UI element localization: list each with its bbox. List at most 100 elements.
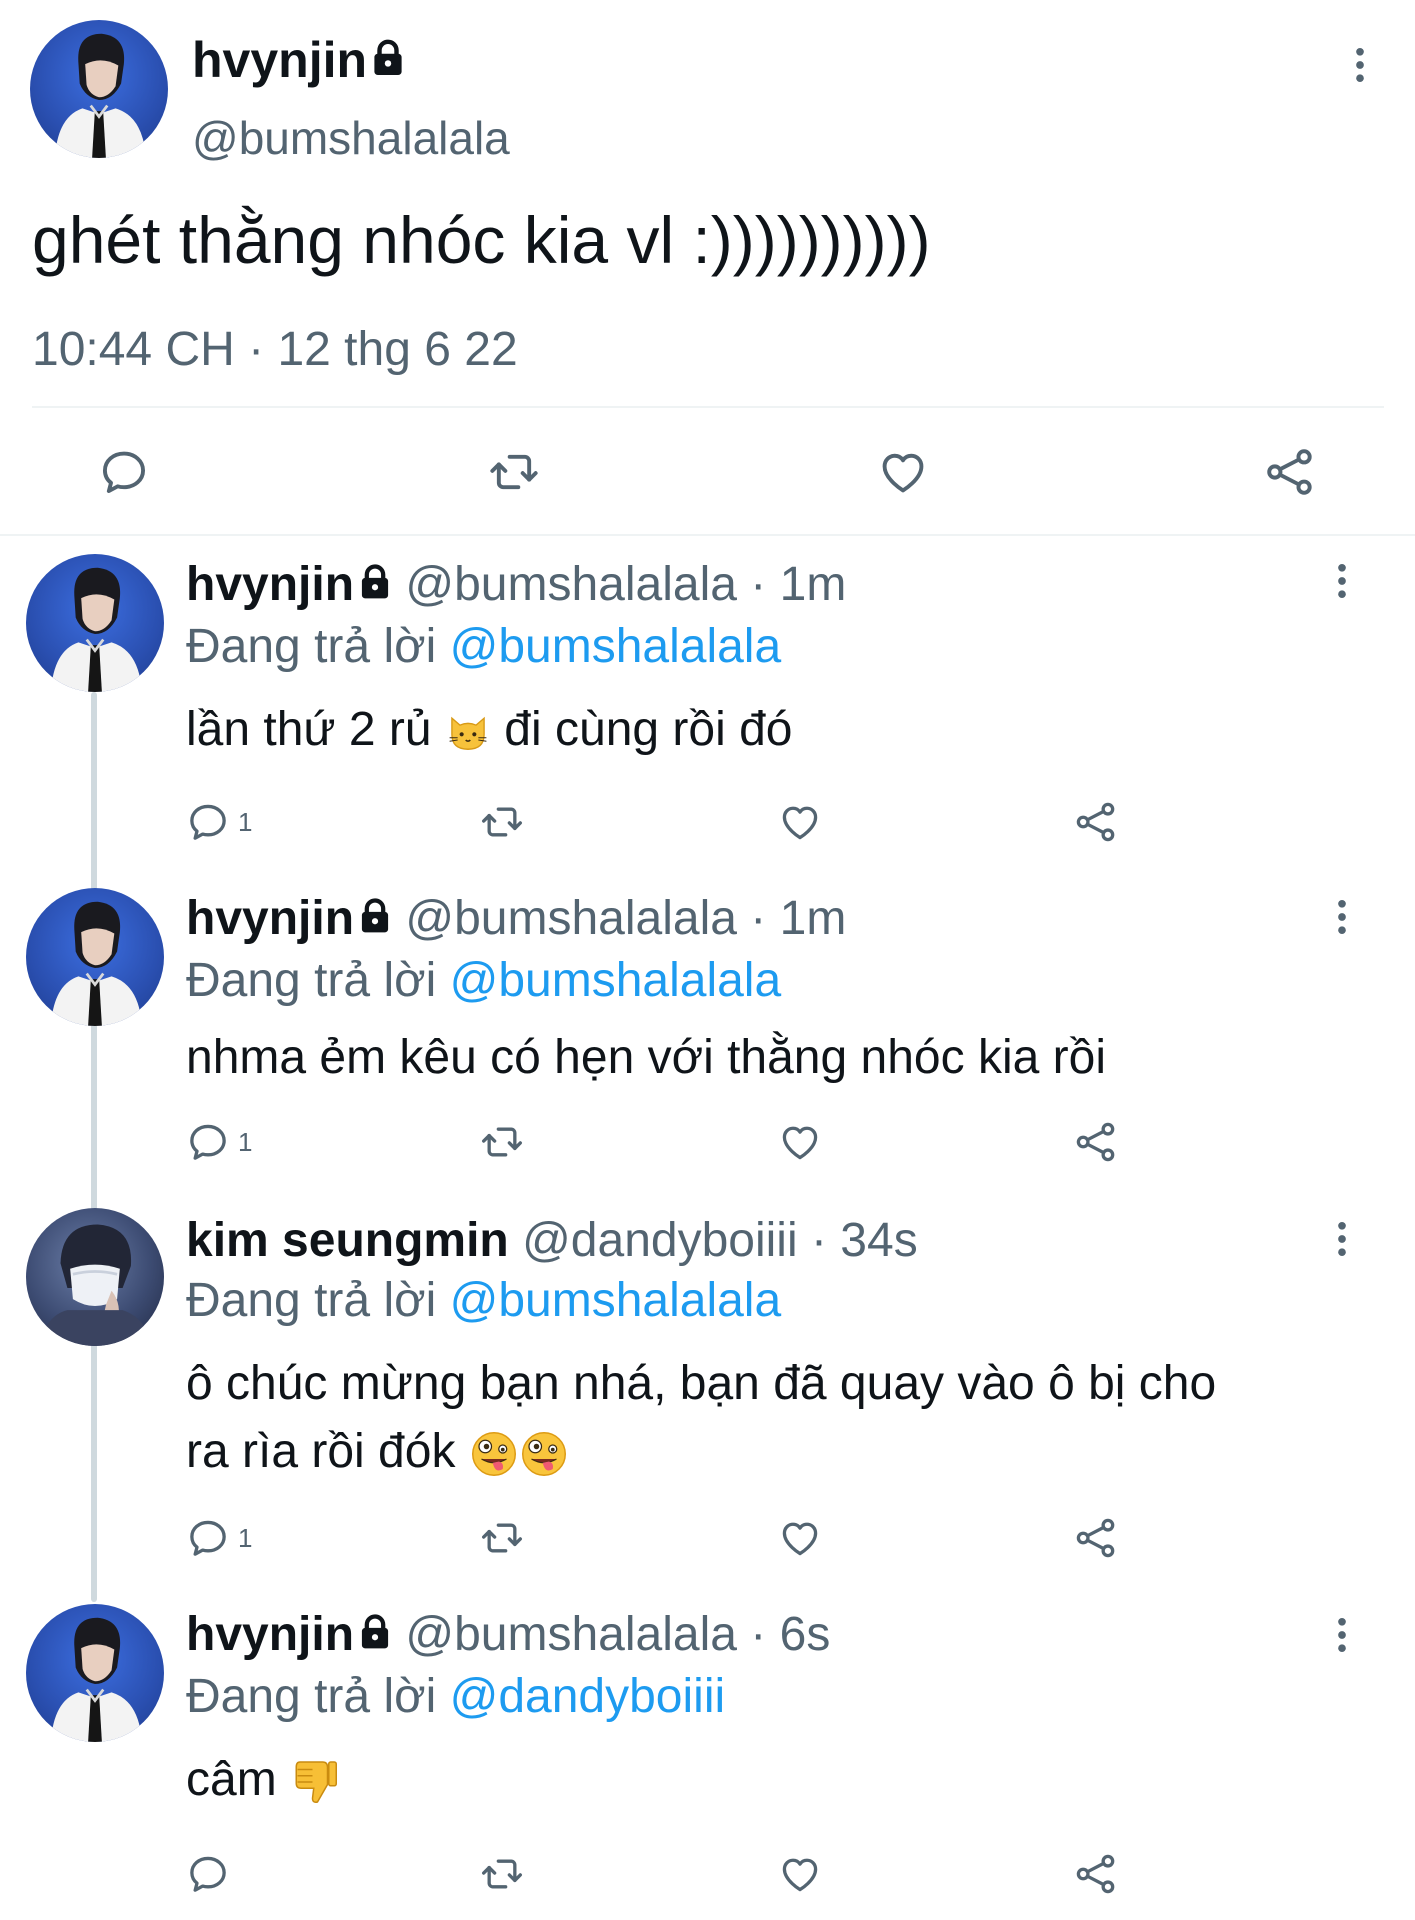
retweet-button[interactable]: [478, 1516, 526, 1560]
share-icon: [1074, 1852, 1118, 1896]
share-icon: [1264, 446, 1316, 498]
replying-label: Đang trả lời: [186, 954, 437, 1007]
share-button[interactable]: [1264, 446, 1316, 498]
retweet-button[interactable]: [478, 1852, 526, 1896]
tweet-timestamp[interactable]: 10:44 CH · 12 thg 6 22: [32, 320, 518, 380]
like-button[interactable]: [778, 1852, 822, 1896]
reply-count: 1: [238, 1522, 253, 1553]
user-handle[interactable]: @bumshalalala: [405, 892, 737, 945]
more-vertical-icon: [1336, 1221, 1348, 1257]
more-vertical-icon: [1354, 47, 1366, 83]
display-name[interactable]: hvynjin: [186, 1608, 354, 1661]
display-name[interactable]: hvynjin: [186, 892, 354, 945]
reply-button[interactable]: 1: [186, 800, 252, 844]
reply-icon: [98, 446, 150, 498]
reply-button[interactable]: [98, 446, 150, 498]
avatar-image: [26, 554, 164, 692]
reply-text-part: đi cùng rồi đó: [504, 703, 793, 756]
thread-line: [91, 692, 97, 1602]
share-button[interactable]: [1074, 1516, 1118, 1560]
avatar[interactable]: [26, 554, 164, 692]
share-button[interactable]: [1074, 1852, 1118, 1896]
more-options-button[interactable]: [1322, 892, 1362, 942]
more-options-button[interactable]: [1322, 1610, 1362, 1660]
share-icon: [1074, 800, 1118, 844]
heart-icon: [778, 1516, 822, 1560]
more-vertical-icon: [1336, 899, 1348, 935]
zany-face-emoji: [469, 1429, 519, 1479]
reply-header: kim seungmin @dandyboiiii · 34s: [186, 1212, 918, 1270]
avatar[interactable]: [30, 20, 168, 158]
retweet-icon: [478, 800, 526, 844]
reply-time: · 34s: [810, 1214, 918, 1267]
replying-label: Đang trả lời: [186, 1670, 437, 1723]
reply-text-part: câm: [186, 1753, 277, 1806]
lock-icon: [358, 564, 392, 600]
user-handle[interactable]: @bumshalalala: [192, 110, 510, 166]
avatar[interactable]: [26, 1604, 164, 1742]
lock-icon: [358, 898, 392, 934]
reply-icon: [186, 1120, 230, 1164]
like-button[interactable]: [778, 1120, 822, 1164]
reply-icon: [186, 1852, 230, 1896]
author-row: hvynjin: [192, 30, 405, 90]
retweet-button[interactable]: [486, 446, 542, 498]
reply-count: 1: [238, 1126, 253, 1157]
reply-button[interactable]: 1: [186, 1120, 252, 1164]
replying-label: Đang trả lời: [186, 1274, 437, 1327]
user-handle[interactable]: @dandyboiiii: [522, 1214, 798, 1267]
reply-count: 1: [238, 806, 253, 837]
retweet-button[interactable]: [478, 1120, 526, 1164]
reply-header: hvynjin @bumshalalala · 1m: [186, 890, 846, 948]
reply-text: nhma ẻm kêu có hẹn với thằng nhóc kia rồ…: [186, 1031, 1106, 1084]
display-name[interactable]: hvynjin: [186, 558, 354, 611]
reply-icon: [186, 800, 230, 844]
reply-time: · 1m: [750, 892, 847, 945]
user-handle[interactable]: @bumshalalala: [405, 1608, 737, 1661]
reply-time: · 6s: [750, 1608, 831, 1661]
reply-time: · 1m: [750, 558, 847, 611]
avatar-image: [26, 1604, 164, 1742]
heart-icon: [876, 446, 930, 498]
avatar-image: [26, 888, 164, 1026]
reply-text-line: ô chúc mừng bạn nhá, bạn đã quay vào ô b…: [186, 1357, 1217, 1410]
heart-icon: [778, 800, 822, 844]
display-name[interactable]: kim seungmin: [186, 1214, 509, 1267]
retweet-icon: [486, 446, 542, 498]
share-button[interactable]: [1074, 800, 1118, 844]
retweet-icon: [478, 1120, 526, 1164]
avatar-image: [30, 20, 168, 158]
reply-icon: [186, 1516, 230, 1560]
like-button[interactable]: [778, 800, 822, 844]
divider: [0, 534, 1415, 536]
reply-header: hvynjin @bumshalalala · 6s: [186, 1606, 830, 1664]
replying-to-link[interactable]: @bumshalalala: [450, 954, 782, 1007]
replying-to-link[interactable]: @dandyboiiii: [450, 1670, 726, 1723]
display-name[interactable]: hvynjin: [192, 32, 367, 88]
cat-face-emoji: [445, 709, 491, 755]
reply-text: lần thứ 2 rủ đi cùng rồi đó: [186, 700, 792, 760]
like-button[interactable]: [778, 1516, 822, 1560]
more-options-button[interactable]: [1340, 40, 1380, 90]
replying-to-link[interactable]: @bumshalalala: [450, 1274, 782, 1327]
replying-to: Đang trả lời @bumshalalala: [186, 1272, 781, 1330]
replying-label: Đang trả lời: [186, 620, 437, 673]
more-options-button[interactable]: [1322, 1214, 1362, 1264]
replying-to: Đang trả lời @bumshalalala: [186, 952, 781, 1010]
retweet-button[interactable]: [478, 800, 526, 844]
avatar[interactable]: [26, 888, 164, 1026]
share-button[interactable]: [1074, 1120, 1118, 1164]
replying-to: Đang trả lời @dandyboiiii: [186, 1668, 725, 1726]
tweet-text: ghét thằng nhóc kia vl :)))))))))): [32, 203, 931, 277]
share-icon: [1074, 1516, 1118, 1560]
replying-to-link[interactable]: @bumshalalala: [450, 620, 782, 673]
share-icon: [1074, 1120, 1118, 1164]
reply-button[interactable]: [186, 1852, 230, 1896]
user-handle[interactable]: @bumshalalala: [405, 558, 737, 611]
zany-face-emoji: [519, 1429, 569, 1479]
lock-icon: [358, 1614, 392, 1650]
like-button[interactable]: [876, 446, 930, 498]
avatar[interactable]: [26, 1208, 164, 1346]
more-options-button[interactable]: [1322, 556, 1362, 606]
reply-button[interactable]: 1: [186, 1516, 252, 1560]
